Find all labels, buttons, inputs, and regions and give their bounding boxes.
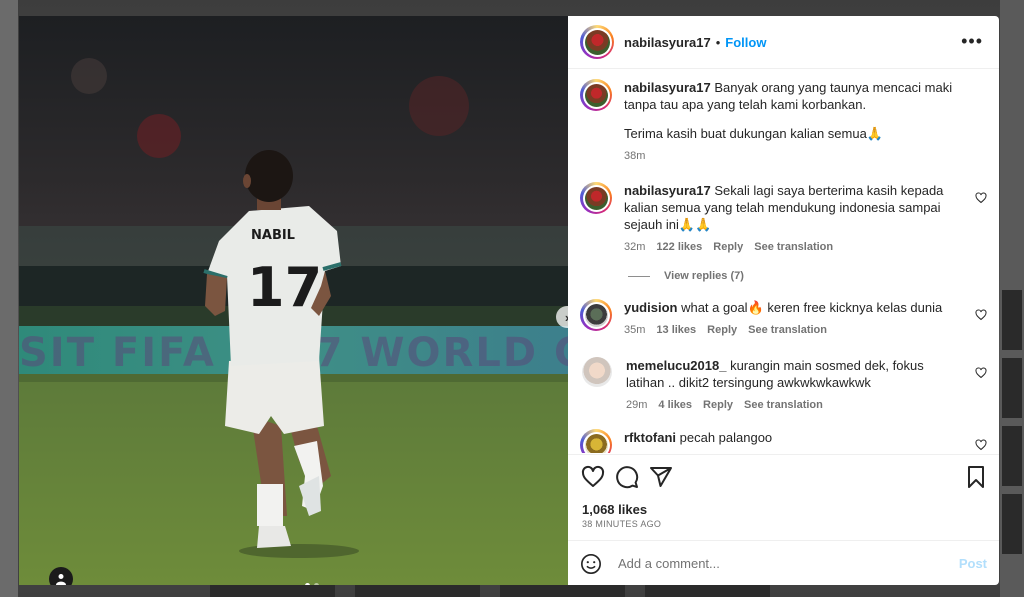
carousel-indicator <box>305 583 319 585</box>
author-avatar[interactable] <box>580 25 614 59</box>
tagged-users-button[interactable] <box>49 567 73 585</box>
post-header: nabilasyura17 • Follow ••• <box>568 16 999 69</box>
see-translation-button[interactable]: See translation <box>754 239 833 256</box>
add-comment-bar: Post <box>568 540 999 585</box>
comment-item: yudision what a goal🔥 keren free kicknya… <box>580 299 987 339</box>
follow-button[interactable]: Follow <box>725 35 766 50</box>
like-comment-heart-icon[interactable] <box>975 439 987 451</box>
separator-dot: • <box>715 34 721 50</box>
comments-list[interactable]: nabilasyura17 Banyak orang yang taunya m… <box>568 69 999 453</box>
view-replies-button[interactable]: View replies (7) <box>628 270 744 282</box>
carousel-dot-active <box>305 583 310 585</box>
save-bookmark-icon[interactable] <box>964 465 988 489</box>
comment-bubble-icon[interactable] <box>615 465 639 489</box>
comment-likes[interactable]: 4 likes <box>658 397 692 414</box>
comment-input[interactable] <box>616 555 959 572</box>
post-photo[interactable]: SIT FIFA U-17 WORLD CUP CO NABIL 17 › <box>19 16 568 585</box>
likes-count[interactable]: 1,068 likes <box>582 502 647 517</box>
like-comment-heart-icon[interactable] <box>975 309 987 321</box>
like-comment-heart-icon[interactable] <box>975 192 987 204</box>
post-details-panel: nabilasyura17 • Follow ••• nabilasyura17… <box>568 16 999 585</box>
comment-item: rfktofani pecah palangoo <box>580 429 987 453</box>
emoji-icon[interactable] <box>580 553 602 575</box>
jersey-name: NABIL <box>251 228 295 243</box>
caption-avatar[interactable] <box>580 79 612 111</box>
see-translation-button[interactable]: See translation <box>748 322 827 339</box>
caption-username[interactable]: nabilasyura17 <box>624 80 711 95</box>
comment-time: 35m <box>624 324 646 336</box>
post-comment-button[interactable]: Post <box>959 556 987 571</box>
reply-button[interactable]: Reply <box>703 397 733 414</box>
carousel-dot <box>314 583 319 585</box>
commenter-avatar[interactable] <box>580 429 612 453</box>
jersey-number: 17 <box>247 256 322 319</box>
football-player-image: SIT FIFA U-17 WORLD CUP CO NABIL 17 <box>19 16 568 585</box>
commenter-avatar[interactable] <box>580 299 612 331</box>
commenter-username[interactable]: rfktofani <box>624 430 676 445</box>
post-caption: nabilasyura17 Banyak orang yang taunya m… <box>580 79 987 165</box>
more-options-icon[interactable]: ••• <box>961 32 983 50</box>
comment-text: pecah palangoo <box>679 430 773 445</box>
post-timestamp: 38 MINUTES AGO <box>582 519 662 529</box>
reply-button[interactable]: Reply <box>707 322 737 339</box>
user-icon <box>56 574 66 585</box>
share-paper-plane-icon[interactable] <box>649 465 673 489</box>
background-feed-strip <box>210 585 770 597</box>
comment-time: 29m <box>626 399 648 411</box>
commenter-username[interactable]: nabilasyura17 <box>624 183 711 198</box>
commenter-username[interactable]: memelucu2018_ <box>626 358 726 373</box>
see-translation-button[interactable]: See translation <box>744 397 823 414</box>
commenter-avatar[interactable] <box>580 182 612 214</box>
commenter-avatar[interactable] <box>582 357 612 387</box>
background-page-edge <box>0 0 18 597</box>
commenter-username[interactable]: yudision <box>624 300 677 315</box>
comment-text: what a goal🔥 keren free kicknya kelas du… <box>681 300 943 315</box>
comment-likes[interactable]: 122 likes <box>656 239 702 256</box>
comment-item: nabilasyura17 Sekali lagi saya berterima… <box>580 182 987 256</box>
caption-time: 38m <box>624 150 646 162</box>
caption-text-second: Terima kasih buat dukungan kalian semua🙏 <box>624 126 883 141</box>
like-comment-heart-icon[interactable] <box>975 367 987 379</box>
author-username[interactable]: nabilasyura17 <box>624 35 711 50</box>
comment-item: memelucu2018_ kurangin main sosmed dek, … <box>580 357 987 414</box>
reply-button[interactable]: Reply <box>713 239 743 256</box>
view-replies-label: View replies (7) <box>664 270 744 282</box>
background-thumbnails <box>1002 290 1022 562</box>
like-heart-icon[interactable] <box>581 465 605 489</box>
comment-time: 32m <box>624 241 646 253</box>
comment-likes[interactable]: 13 likes <box>656 322 696 339</box>
post-actions-bar <box>568 454 999 495</box>
